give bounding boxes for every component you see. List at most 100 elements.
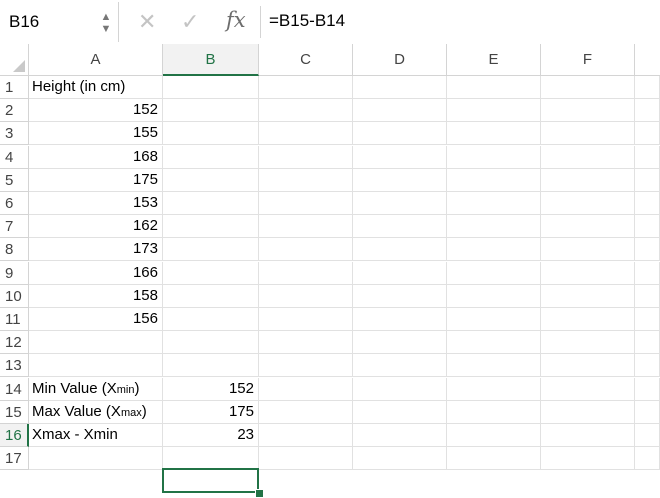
cell-e9[interactable] [447,262,541,285]
cell-g16[interactable] [635,424,660,447]
cell-c17[interactable] [259,447,353,470]
cell-g4[interactable] [635,146,660,169]
row-header-14[interactable]: 14 [0,378,29,401]
cell-f17[interactable] [541,447,635,470]
cell-g13[interactable] [635,354,660,377]
cell-d13[interactable] [353,354,447,377]
cell-e15[interactable] [447,401,541,424]
fill-handle[interactable] [255,489,264,498]
cell-e1[interactable] [447,76,541,99]
cell-e10[interactable] [447,285,541,308]
cancel-icon[interactable]: ✕ [138,9,156,35]
name-box-stepper-icon[interactable]: ▲ ▼ [100,11,112,35]
cell-d2[interactable] [353,99,447,122]
cell-d5[interactable] [353,169,447,192]
cell-g17[interactable] [635,447,660,470]
column-header-a[interactable]: A [29,44,163,76]
column-header-b[interactable]: B [163,44,259,76]
cell-b5[interactable] [163,169,259,192]
cell-a14[interactable]: Min Value (Xmin) [29,378,163,401]
column-header-g[interactable] [635,44,660,76]
row-header-12[interactable]: 12 [0,331,29,354]
row-header-3[interactable]: 3 [0,122,29,145]
row-header-13[interactable]: 13 [0,354,29,377]
cell-f6[interactable] [541,192,635,215]
cell-b8[interactable] [163,238,259,261]
cell-a1[interactable]: Height (in cm) [29,76,163,99]
cell-a15[interactable]: Max Value (Xmax) [29,401,163,424]
cell-e3[interactable] [447,122,541,145]
cell-d8[interactable] [353,238,447,261]
cell-g15[interactable] [635,401,660,424]
cell-d7[interactable] [353,215,447,238]
cell-f8[interactable] [541,238,635,261]
cell-e13[interactable] [447,354,541,377]
row-header-2[interactable]: 2 [0,99,29,122]
cell-d1[interactable] [353,76,447,99]
cell-e4[interactable] [447,146,541,169]
cell-d6[interactable] [353,192,447,215]
row-header-15[interactable]: 15 [0,401,29,424]
cell-d14[interactable] [353,378,447,401]
cell-f14[interactable] [541,378,635,401]
cell-a9[interactable]: 166 [29,262,163,285]
enter-check-icon[interactable]: ✓ [181,9,199,35]
cell-a7[interactable]: 162 [29,215,163,238]
name-box-value[interactable]: B16 [9,12,39,32]
row-header-5[interactable]: 5 [0,169,29,192]
cell-a5[interactable]: 175 [29,169,163,192]
cell-d4[interactable] [353,146,447,169]
cell-c11[interactable] [259,308,353,331]
cell-e6[interactable] [447,192,541,215]
column-header-c[interactable]: C [259,44,353,76]
cell-d15[interactable] [353,401,447,424]
cell-c1[interactable] [259,76,353,99]
cell-a11[interactable]: 156 [29,308,163,331]
cell-f5[interactable] [541,169,635,192]
cell-c7[interactable] [259,215,353,238]
cell-e2[interactable] [447,99,541,122]
cell-c2[interactable] [259,99,353,122]
row-header-16[interactable]: 16 [0,424,29,447]
cell-b1[interactable] [163,76,259,99]
cell-g7[interactable] [635,215,660,238]
cell-d12[interactable] [353,331,447,354]
column-header-f[interactable]: F [541,44,635,76]
cell-b13[interactable] [163,354,259,377]
formula-input[interactable]: =B15-B14 [269,11,345,31]
cell-c10[interactable] [259,285,353,308]
row-header-7[interactable]: 7 [0,215,29,238]
cell-g10[interactable] [635,285,660,308]
cell-e12[interactable] [447,331,541,354]
cell-g8[interactable] [635,238,660,261]
cell-g14[interactable] [635,378,660,401]
cell-f10[interactable] [541,285,635,308]
cell-c16[interactable] [259,424,353,447]
row-header-8[interactable]: 8 [0,238,29,261]
row-header-1[interactable]: 1 [0,76,29,99]
cell-f4[interactable] [541,146,635,169]
cell-c6[interactable] [259,192,353,215]
cell-b16[interactable]: 23 [163,424,259,447]
cell-b15[interactable]: 175 [163,401,259,424]
row-header-6[interactable]: 6 [0,192,29,215]
cell-e8[interactable] [447,238,541,261]
cell-c8[interactable] [259,238,353,261]
insert-function-icon[interactable]: fx [226,8,246,32]
select-all-corner[interactable] [0,44,29,76]
column-header-d[interactable]: D [353,44,447,76]
cell-c9[interactable] [259,262,353,285]
row-header-10[interactable]: 10 [0,285,29,308]
cell-a16[interactable]: Xmax - Xmin [29,424,163,447]
cell-d10[interactable] [353,285,447,308]
cell-g9[interactable] [635,262,660,285]
cell-c4[interactable] [259,146,353,169]
cell-b6[interactable] [163,192,259,215]
cell-e7[interactable] [447,215,541,238]
cell-f11[interactable] [541,308,635,331]
cell-c14[interactable] [259,378,353,401]
cell-f9[interactable] [541,262,635,285]
cell-b11[interactable] [163,308,259,331]
cell-b4[interactable] [163,146,259,169]
cell-e11[interactable] [447,308,541,331]
